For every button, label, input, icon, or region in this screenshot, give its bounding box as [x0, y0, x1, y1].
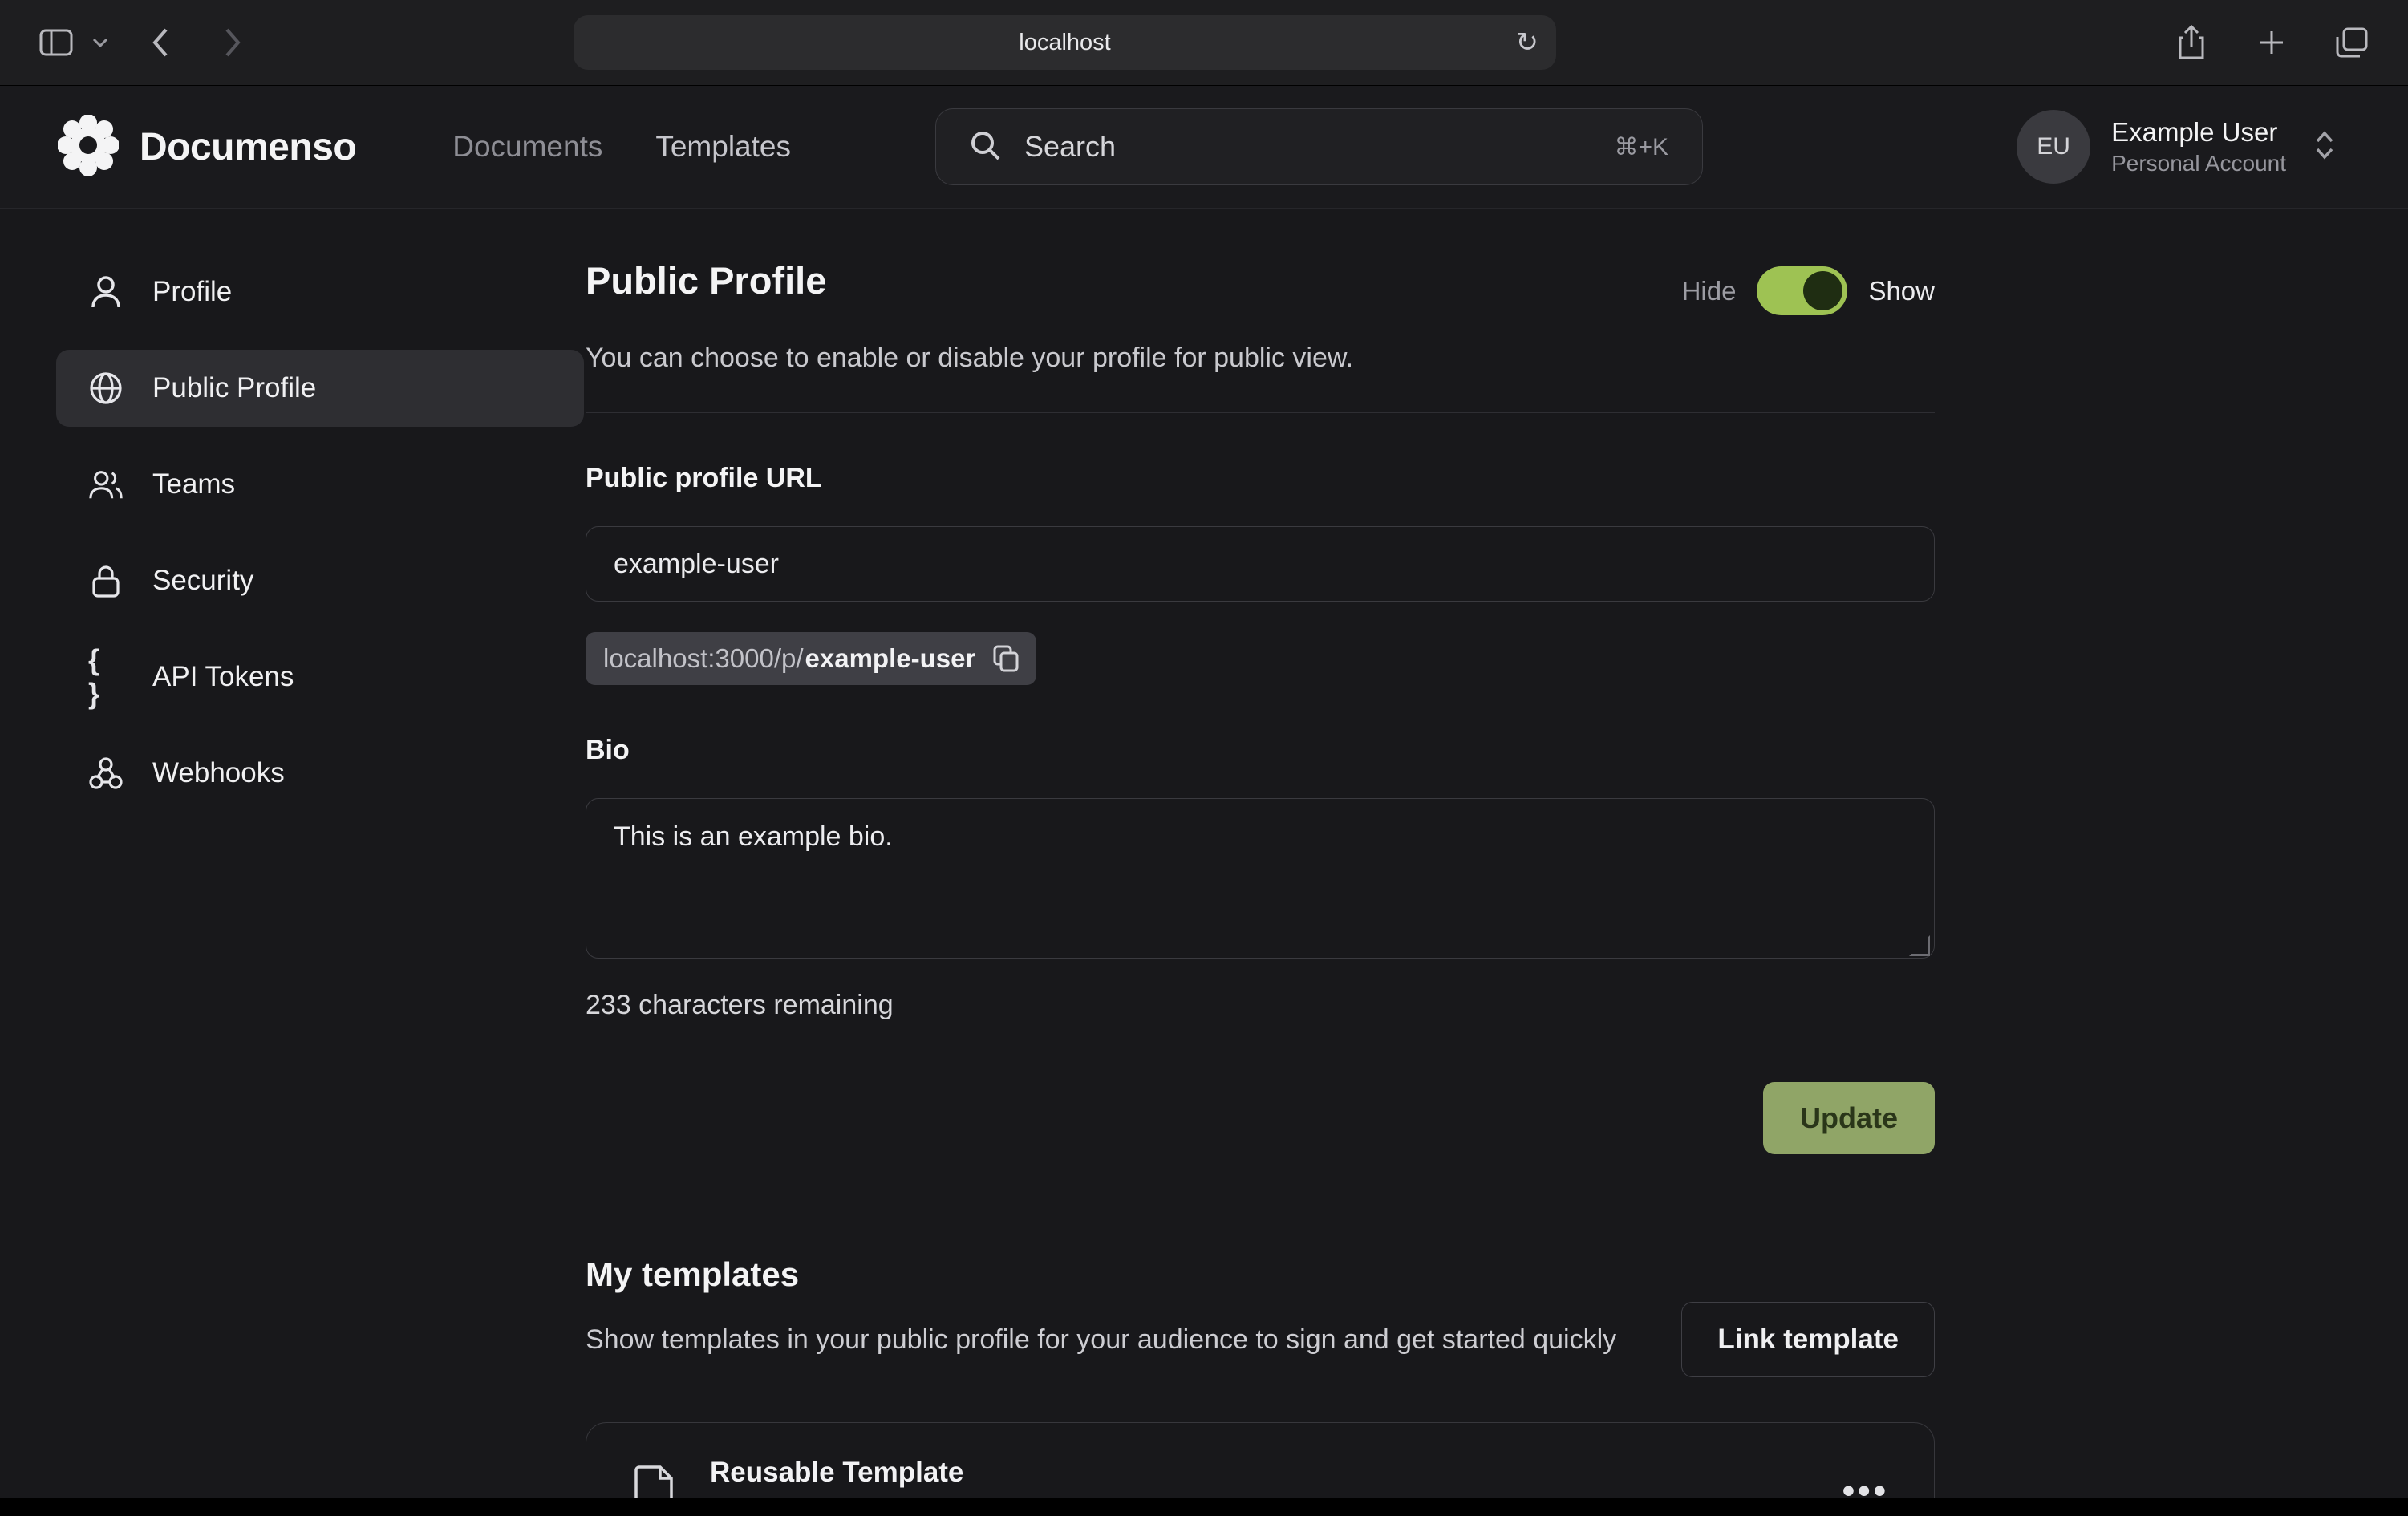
user-name: Example User	[2111, 117, 2286, 148]
documenso-logo-icon	[58, 115, 119, 180]
lock-icon	[88, 564, 124, 598]
public-profile-url-input[interactable]	[586, 526, 1935, 602]
window-bottom-edge	[0, 1498, 2408, 1516]
brand-name: Documenso	[140, 125, 356, 169]
profile-visibility-toggle[interactable]	[1757, 266, 1847, 315]
brand[interactable]: Documenso	[58, 115, 356, 180]
toggle-hide-label: Hide	[1682, 276, 1737, 306]
url-field-label: Public profile URL	[586, 463, 1935, 494]
globe-icon	[88, 371, 124, 405]
search-placeholder: Search	[1024, 130, 1116, 164]
forward-button-icon[interactable]	[209, 18, 257, 67]
chevron-up-down-icon	[2313, 129, 2336, 165]
user-account-type: Personal Account	[2111, 151, 2286, 176]
bio-field-label: Bio	[586, 735, 1935, 766]
new-tab-icon[interactable]	[2248, 18, 2296, 67]
sidebar-item-label: API Tokens	[152, 661, 294, 693]
toggle-knob	[1803, 271, 1842, 310]
app-header: Documenso Documents Templates Search ⌘+K…	[0, 86, 2408, 209]
update-button[interactable]: Update	[1763, 1082, 1935, 1154]
sidebar-item-label: Teams	[152, 468, 235, 501]
search-input[interactable]: Search ⌘+K	[935, 108, 1703, 185]
address-bar[interactable]: localhost ↻	[574, 15, 1556, 70]
search-shortcut: ⌘+K	[1614, 133, 1668, 161]
browser-toolbar: localhost ↻	[0, 0, 2408, 86]
user-menu[interactable]: EU Example User Personal Account	[2017, 110, 2336, 184]
user-icon	[88, 275, 124, 309]
sidebar-item-security[interactable]: Security	[56, 542, 584, 619]
templates-description: Show templates in your public profile fo…	[586, 1319, 1628, 1360]
toggle-show-label: Show	[1868, 276, 1935, 306]
page-description: You can choose to enable or disable your…	[586, 343, 1935, 374]
address-bar-url: localhost	[1019, 30, 1110, 56]
settings-sidebar: Profile Public Profile Teams	[0, 209, 586, 1498]
share-icon[interactable]	[2167, 18, 2215, 67]
braces-icon: { }	[88, 643, 124, 711]
url-preview-prefix: localhost:3000/p/	[603, 643, 804, 674]
main-nav: Documents Templates	[452, 130, 791, 164]
sidebar-item-webhooks[interactable]: Webhooks	[56, 735, 584, 812]
nav-documents[interactable]: Documents	[452, 130, 602, 164]
avatar: EU	[2017, 110, 2090, 184]
bio-textarea[interactable]: This is an example bio.	[586, 798, 1935, 959]
main-content: Public Profile Hide Show You can choose …	[586, 209, 1935, 1498]
tab-overview-icon[interactable]	[2328, 18, 2376, 67]
chevron-down-icon[interactable]	[88, 18, 112, 67]
sidebar-item-label: Public Profile	[152, 372, 316, 404]
back-button-icon[interactable]	[136, 18, 184, 67]
template-name: Reusable Template	[710, 1457, 1339, 1489]
url-preview: localhost:3000/p/ example-user	[586, 632, 1036, 685]
page-title: Public Profile	[586, 258, 826, 302]
sidebar-item-label: Security	[152, 565, 253, 597]
url-preview-slug: example-user	[805, 643, 976, 674]
sidebar-item-teams[interactable]: Teams	[56, 446, 584, 523]
templates-title: My templates	[586, 1255, 1628, 1294]
copy-icon[interactable]	[993, 645, 1019, 672]
sidebar-item-label: Webhooks	[152, 757, 285, 789]
reload-icon[interactable]: ↻	[1516, 29, 1539, 56]
sidebar-item-api-tokens[interactable]: { } API Tokens	[56, 638, 584, 715]
search-icon	[970, 130, 1000, 164]
link-template-button[interactable]: Link template	[1681, 1302, 1935, 1377]
sidebar-toggle-icon[interactable]	[32, 18, 80, 67]
sidebar-item-public-profile[interactable]: Public Profile	[56, 350, 584, 427]
sidebar-item-label: Profile	[152, 276, 232, 308]
characters-remaining: 233 characters remaining	[586, 990, 1935, 1021]
webhook-icon	[88, 756, 124, 790]
nav-templates[interactable]: Templates	[655, 130, 791, 164]
users-icon	[88, 468, 124, 501]
sidebar-item-profile[interactable]: Profile	[56, 253, 584, 330]
divider	[586, 412, 1935, 413]
